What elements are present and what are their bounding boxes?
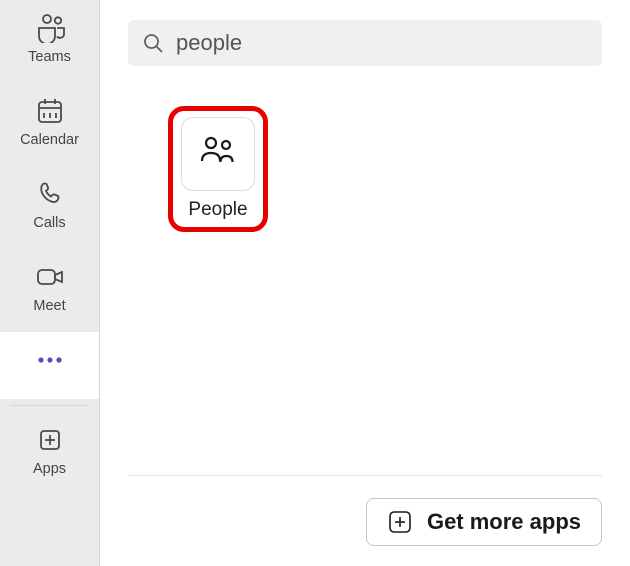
result-label: People [188,199,247,221]
sidebar-item-calendar[interactable]: Calendar [0,83,99,166]
phone-icon [30,176,70,212]
search-icon [142,32,164,54]
sidebar-item-label: Apps [33,461,66,477]
result-tile-icon-box [181,117,255,191]
plus-square-icon [387,509,413,535]
people-icon [198,135,238,174]
bottom-bar: Get more apps [128,475,602,546]
teams-icon [30,10,70,46]
sidebar-item-label: Meet [33,298,65,314]
get-more-apps-label: Get more apps [427,509,581,535]
get-more-apps-button[interactable]: Get more apps [366,498,602,546]
calendar-icon [30,93,70,129]
video-icon [30,259,70,295]
result-tile-people[interactable]: People [168,106,268,232]
sidebar-item-apps[interactable]: Apps [0,412,99,495]
sidebar-item-meet[interactable]: Meet [0,249,99,332]
search-bar[interactable] [128,20,602,66]
search-input[interactable] [176,30,588,56]
sidebar-item-label: Calls [33,215,65,231]
sidebar-item-label: Calendar [20,132,79,148]
more-icon [30,342,70,378]
sidebar-item-teams[interactable]: Teams [0,0,99,83]
sidebar-item-label: Teams [28,49,71,65]
apps-plus-icon [30,422,70,458]
main-content: People Get more apps [100,0,630,566]
sidebar-item-calls[interactable]: Calls [0,166,99,249]
sidebar-divider [10,405,89,406]
app-sidebar: Teams Calendar Calls [0,0,100,566]
sidebar-item-more[interactable] [0,332,99,399]
search-results: People [128,66,602,475]
